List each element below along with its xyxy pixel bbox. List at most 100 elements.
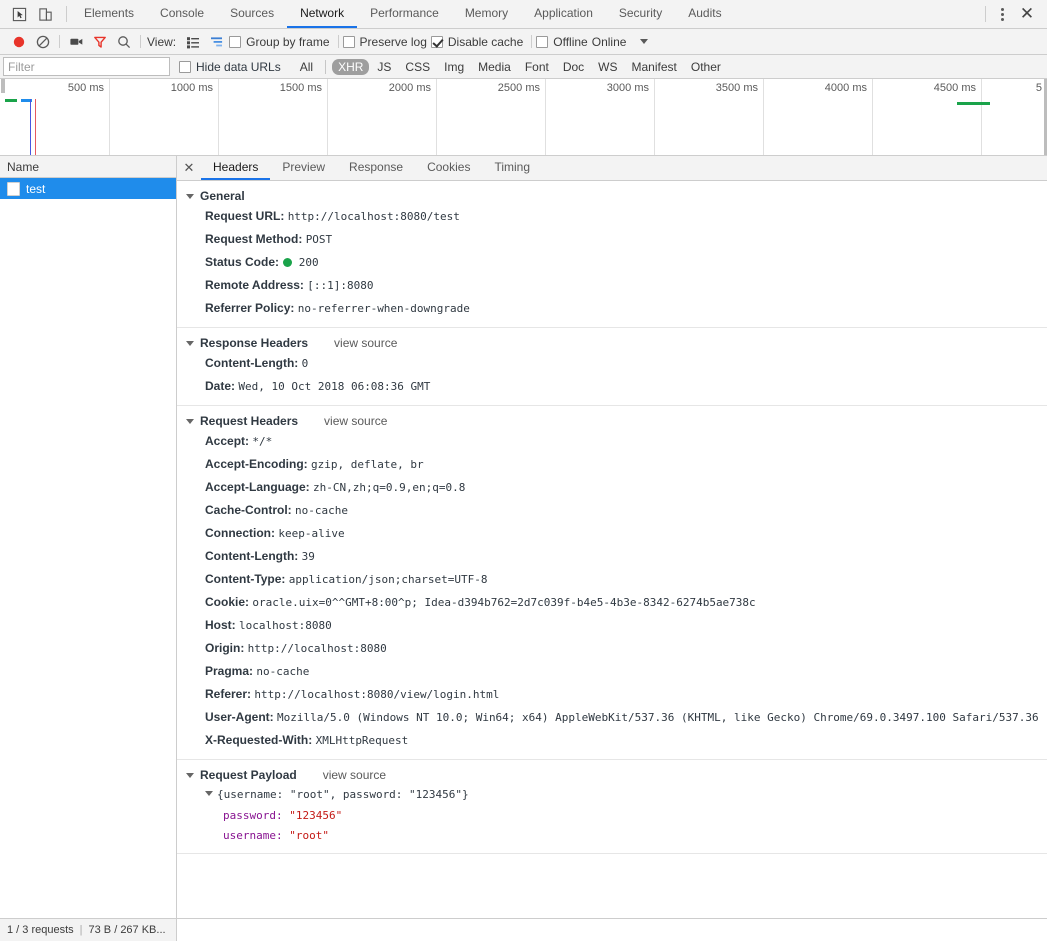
section-title: Response Headers [200,336,309,350]
section-title: Request Headers [200,414,299,428]
type-filter-media[interactable]: Media [472,59,517,75]
view-waterfall-icon[interactable] [205,30,229,54]
payload-key: username: [223,829,283,842]
view-source-link[interactable]: view source [324,412,387,430]
header-row: Origin: http://localhost:8080 [177,637,1047,660]
tab-label: Network [300,6,345,20]
header-value: 0 [301,357,309,370]
header-key: Pragma: [205,664,254,678]
header-row: Referrer Policy: no-referrer-when-downgr… [177,297,1047,320]
header-value: localhost:8080 [239,619,332,632]
more-options-icon[interactable] [990,1,1014,27]
payload-value: "root" [289,829,329,842]
tab-console[interactable]: Console [147,0,217,28]
network-main: Name test ✕ Headers Preview Response Coo… [0,156,1047,918]
overview-tick-label: 3500 ms [715,82,758,94]
tab-security[interactable]: Security [606,0,675,28]
tab-label: Application [534,6,593,20]
inspect-element-icon[interactable] [6,1,32,27]
tab-memory[interactable]: Memory [452,0,521,28]
tab-response[interactable]: Response [337,156,415,180]
type-filter-divider [325,59,327,74]
header-value: http://localhost:8080 [247,642,387,655]
tab-elements[interactable]: Elements [71,0,147,28]
tab-label: Performance [370,6,439,20]
header-value: POST [305,233,333,246]
throttling-select[interactable]: Online [592,35,649,49]
type-filter-xhr[interactable]: XHR [332,58,370,75]
overview-domcontentloaded-line [30,99,31,155]
status-bar: 1 / 3 requests | 73 B / 267 KB... [0,918,1047,941]
tab-network[interactable]: Network [287,0,358,28]
type-filter-ws[interactable]: WS [592,59,623,75]
type-filter-font[interactable]: Font [519,59,555,75]
tab-application[interactable]: Application [521,0,606,28]
header-key: Content-Length: [205,356,299,370]
header-value: Mozilla/5.0 (Windows NT 10.0; Win64; x64… [277,711,1039,724]
header-value: no-cache [295,504,348,517]
tab-performance[interactable]: Performance [357,0,452,28]
request-list-panel: Name test [0,156,177,918]
panel-tabs: Elements Console Sources Network Perform… [71,0,735,28]
table-row[interactable]: test [0,178,176,199]
device-toolbar-icon[interactable] [32,1,58,27]
header-key: X-Requested-With: [205,733,313,747]
header-value: keep-alive [278,527,345,540]
section-header[interactable]: General [177,187,1047,205]
overview-tick-label: 500 ms [67,82,104,94]
filter-funnel-icon[interactable] [88,30,112,54]
checkbox-box [179,60,191,73]
tab-timing[interactable]: Timing [482,156,542,180]
record-button-icon[interactable] [7,30,31,54]
view-source-link[interactable]: view source [334,334,397,352]
type-filter-other[interactable]: Other [685,59,727,75]
header-key: Origin: [205,641,245,655]
section-request-payload: Request Payload view source {username: "… [177,760,1047,854]
checkbox-box [536,35,549,48]
type-filter-js[interactable]: JS [371,59,397,75]
group-by-frame-checkbox[interactable]: Group by frame [229,35,330,49]
header-row: Accept-Language: zh-CN,zh;q=0.9,en;q=0.8 [177,476,1047,499]
tab-headers[interactable]: Headers [201,156,271,180]
screenshot-camera-icon[interactable] [64,30,88,54]
header-key: Cookie: [205,595,250,609]
header-row: Content-Type: application/json;charset=U… [177,568,1047,591]
type-filter-manifest[interactable]: Manifest [626,59,683,75]
type-filter-img[interactable]: Img [438,59,470,75]
preserve-log-checkbox[interactable]: Preserve log [342,35,427,49]
header-row: Request Method: POST [177,228,1047,251]
section-header[interactable]: Request Headers view source [177,412,1047,430]
detail-tabbar: ✕ Headers Preview Response Cookies Timin… [177,156,1047,181]
timeline-overview[interactable]: 500 ms 1000 ms 1500 ms 2000 ms 2500 ms 3… [0,79,1047,156]
offline-checkbox[interactable]: Offline [536,35,588,49]
header-key: Referrer Policy: [205,301,295,315]
overview-grabber-left[interactable] [1,79,5,93]
close-detail-button[interactable]: ✕ [177,156,201,180]
clear-button-icon[interactable] [31,30,55,54]
disable-cache-checkbox[interactable]: Disable cache [430,35,523,49]
tab-audits[interactable]: Audits [675,0,734,28]
header-key: User-Agent: [205,710,274,724]
header-row: Cache-Control: no-cache [177,499,1047,522]
section-header[interactable]: Response Headers view source [177,334,1047,352]
payload-summary-row[interactable]: {username: "root", password: "123456"} [177,784,1047,806]
tab-label: Console [160,6,205,20]
devtools-window: Elements Console Sources Network Perform… [0,0,1047,941]
view-list-icon[interactable] [181,30,205,54]
header-value: http://localhost:8080/view/login.html [254,688,500,701]
view-source-link[interactable]: view source [323,766,386,784]
hide-data-urls-checkbox[interactable]: Hide data URLs [179,60,281,74]
tab-sources[interactable]: Sources [217,0,287,28]
payload-entry: password: "123456" [177,806,1047,826]
tab-cookies[interactable]: Cookies [415,156,482,180]
request-list-column-header[interactable]: Name [0,156,176,178]
search-icon[interactable] [112,30,136,54]
type-filter-all[interactable]: All [294,59,319,75]
filter-input[interactable] [3,57,170,76]
tab-preview[interactable]: Preview [270,156,337,180]
type-filter-doc[interactable]: Doc [557,59,590,75]
section-header[interactable]: Request Payload view source [177,766,1047,784]
tab-label: Audits [688,6,722,20]
type-filter-css[interactable]: CSS [399,59,436,75]
close-devtools-button[interactable]: ✕ [1014,1,1040,27]
